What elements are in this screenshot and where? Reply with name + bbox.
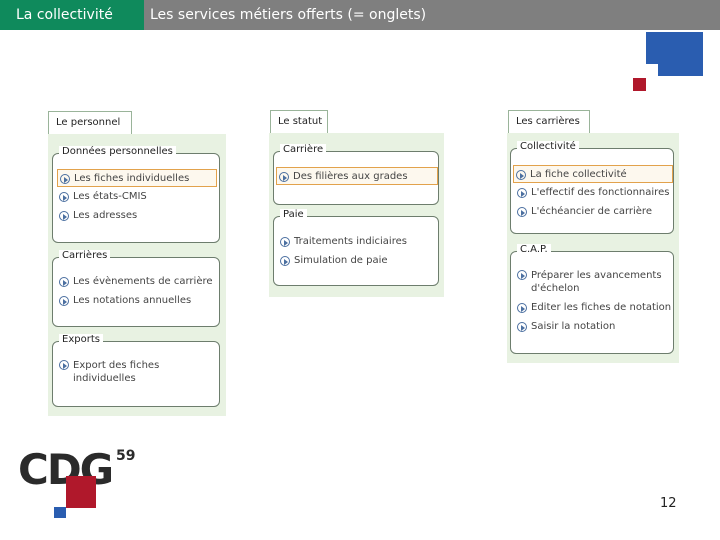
group-exports: Exports Export des fiches individuelles [52,334,220,407]
list-item[interactable]: Traitements indiciaires [278,233,436,251]
group-collectivite: Collectivité La fiche collectivité L'eff… [510,141,674,234]
section-label: La collectivité [0,0,144,30]
arrow-icon [279,172,289,182]
group-title: Paie [280,209,307,220]
list-item[interactable]: Préparer les avancements d'échelon [515,269,673,297]
arrow-icon [517,270,527,280]
arrow-icon [59,211,69,221]
arrow-icon [517,207,527,217]
tab-carrieres[interactable]: Les carrières [508,110,590,133]
arrow-icon [59,296,69,306]
list-item[interactable]: L'effectif des fonctionnaires [515,184,673,202]
decor-white-notch [646,64,658,76]
arrow-icon [59,192,69,202]
list-item[interactable]: Les évènements de carrière [57,273,217,291]
page-title: Les services métiers offerts (= onglets) [150,7,427,23]
arrow-icon [280,237,290,247]
header-bar: La collectivité Les services métiers off… [0,0,720,30]
list-item[interactable]: Simulation de paie [278,252,436,270]
group-carrieres: Carrières Les évènements de carrière Les… [52,250,220,327]
arrow-icon [516,170,526,180]
group-title: Carrières [59,250,111,261]
list-item[interactable]: Des filières aux grades [276,167,438,185]
arrow-icon [517,303,527,313]
list-item[interactable]: Les adresses [57,207,217,225]
group-title: Collectivité [517,141,579,152]
cdg-logo: CDG 59 [18,448,135,518]
list-item[interactable]: Les notations annuelles [57,292,217,310]
list-item[interactable]: Editer les fiches de notation [515,299,673,317]
arrow-icon [59,360,69,370]
group-donnees-personnelles: Données personnelles Les fiches individu… [52,146,220,243]
group-carriere: Carrière Des filières aux grades [273,144,439,205]
list-item[interactable]: L'échéancier de carrière [515,203,673,221]
group-cap: C.A.P. Préparer les avancements d'échelo… [510,244,674,354]
list-item[interactable]: Saisir la notation [515,318,673,336]
group-title: Exports [59,334,103,345]
tab-statut[interactable]: Le statut [270,110,328,133]
arrow-icon [59,277,69,287]
logo-superscript: 59 [116,448,136,464]
group-title: Carrière [280,144,327,155]
arrow-icon [280,256,290,266]
logo-blue-block [54,507,66,518]
decor-red-square [633,78,646,91]
arrow-icon [517,322,527,332]
list-item[interactable]: Les fiches individuelles [57,169,217,187]
logo-red-block [66,476,96,508]
tab-personnel[interactable]: Le personnel [48,111,132,134]
group-title: Données personnelles [59,146,176,157]
list-item[interactable]: Export des fiches individuelles [57,359,177,387]
arrow-icon [60,174,70,184]
page-number: 12 [660,496,677,511]
group-title: C.A.P. [517,244,551,255]
list-item[interactable]: Les états-CMIS [57,188,217,206]
group-paie: Paie Traitements indiciaires Simulation … [273,209,439,286]
arrow-icon [517,188,527,198]
list-item[interactable]: La fiche collectivité [513,165,673,183]
